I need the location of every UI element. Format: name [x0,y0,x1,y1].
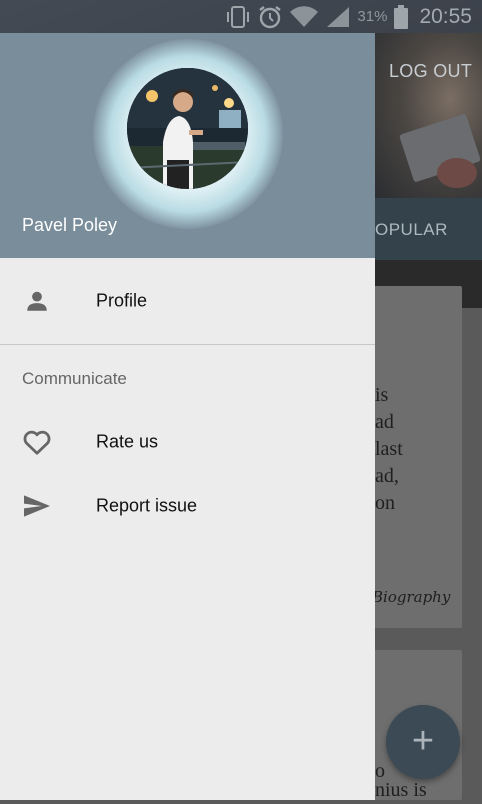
vibrate-icon [225,5,251,29]
card-text-line: ad, [375,465,399,487]
battery-icon [393,4,409,30]
section-title-communicate: Communicate [22,369,127,388]
navigation-drawer: Pavel Poley Profile Communicate Rate us … [0,33,375,800]
drawer-header: Pavel Poley [0,33,375,258]
avatar[interactable] [127,68,248,189]
plus-icon: + [411,719,435,762]
background-header-photo [375,33,482,198]
person-icon [22,286,52,316]
menu-item-report-issue[interactable]: Report issue [0,475,375,537]
card-text-line: last [375,438,403,460]
card-signature: Biography [372,588,451,606]
card-text-line: ad [375,411,394,433]
battery-percent: 31% [357,8,388,25]
signal-icon [325,5,351,29]
menu-item-label: Rate us [96,431,159,452]
user-name: Pavel Poley [22,215,118,235]
alarm-icon [257,4,283,30]
status-time: 20:55 [419,4,472,28]
wifi-icon [289,5,319,29]
divider [0,344,375,345]
heart-icon [22,427,52,457]
menu-item-label: Report issue [96,495,198,516]
status-bar: 31% 20:55 [0,0,482,33]
send-icon [22,491,52,521]
menu-item-rate-us[interactable]: Rate us [0,411,375,473]
card-text-line: is [375,384,389,406]
card-text-line: on [375,492,395,514]
tab-popular[interactable]: OPULAR [375,220,448,240]
logout-button[interactable]: LOG OUT [389,61,472,82]
add-fab-button[interactable]: + [386,705,460,779]
hand-shape [437,158,477,188]
menu-item-label: Profile [96,290,148,311]
menu-item-profile[interactable]: Profile [0,270,375,332]
